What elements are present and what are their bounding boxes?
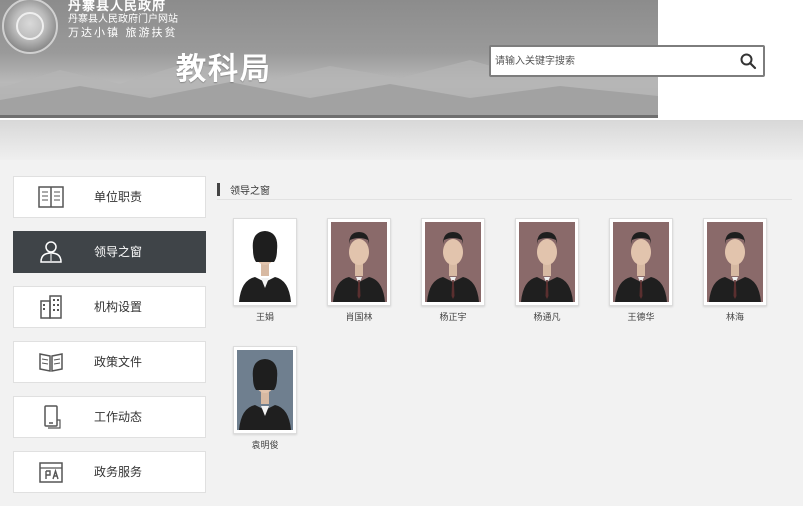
leader-photo[interactable]: [609, 218, 673, 306]
leader-card[interactable]: 王德华: [609, 218, 673, 328]
sidebar-item-label: 机构设置: [94, 300, 143, 314]
search-icon[interactable]: [739, 52, 757, 70]
leader-photo[interactable]: [421, 218, 485, 306]
leader-photo[interactable]: [233, 346, 297, 434]
sidebar-item-policy[interactable]: 政策文件: [13, 341, 206, 383]
site-name-line1: 丹寨县人民政府: [68, 0, 167, 14]
leader-name[interactable]: 杨正宇: [421, 310, 485, 323]
leader-card[interactable]: 肖国林: [327, 218, 391, 328]
leader-name[interactable]: 王德华: [609, 310, 673, 323]
sidebar-item-organization[interactable]: 机构设置: [13, 286, 206, 328]
site-name[interactable]: 丹寨县人民政府 丹寨县人民政府门户网站 万达小镇 旅游扶贫: [68, 0, 178, 39]
leader-photo[interactable]: [327, 218, 391, 306]
site-header: 丹寨县人民政府 丹寨县人民政府门户网站 万达小镇 旅游扶贫 教科局: [0, 0, 803, 120]
national-emblem-icon[interactable]: [2, 0, 58, 54]
sidebar-nav: 单位职责 领导之窗 机构设置 政策文件 工作动态 政务服务: [13, 176, 206, 506]
leader-photo[interactable]: [703, 218, 767, 306]
sidebar-item-label: 政策文件: [94, 355, 143, 369]
sidebar-item-label: 工作动态: [94, 410, 143, 424]
section-title: 领导之窗: [230, 186, 270, 197]
section-header: 领导之窗: [217, 180, 792, 200]
page-title: 教科局: [176, 52, 272, 87]
decorative-banner: [0, 120, 803, 160]
leader-icon: [38, 240, 64, 264]
sidebar-item-label: 政务服务: [94, 465, 143, 479]
leader-photo[interactable]: [515, 218, 579, 306]
section-marker: [217, 183, 220, 196]
sidebar-item-news[interactable]: 工作动态: [13, 396, 206, 438]
header-divider: [0, 115, 658, 118]
phone-icon: [38, 405, 64, 429]
leader-card[interactable]: 王娟: [233, 218, 297, 328]
leader-card[interactable]: 林海: [703, 218, 767, 328]
leader-photo[interactable]: [233, 218, 297, 306]
duties-icon: [38, 185, 64, 209]
sidebar-item-label: 单位职责: [94, 190, 143, 204]
service-icon: [38, 460, 64, 484]
leader-card[interactable]: 袁明俊: [233, 346, 297, 456]
search-input[interactable]: [495, 50, 731, 72]
sidebar-item-services[interactable]: 政务服务: [13, 451, 206, 493]
leader-name[interactable]: 杨通凡: [515, 310, 579, 323]
sidebar-item-leaders[interactable]: 领导之窗: [13, 231, 206, 273]
search-box: [489, 45, 765, 77]
main-content: 领导之窗 王娟 肖国林 杨正宇 杨通凡 王德华 林海袁明俊: [217, 176, 792, 480]
leader-name[interactable]: 林海: [703, 310, 767, 323]
sidebar-item-label: 领导之窗: [94, 245, 143, 259]
leader-card[interactable]: 杨通凡: [515, 218, 579, 328]
sidebar-item-duties[interactable]: 单位职责: [13, 176, 206, 218]
site-name-line3: 万达小镇 旅游扶贫: [68, 26, 178, 39]
book-icon: [38, 350, 64, 374]
building-icon: [38, 295, 64, 319]
leader-name[interactable]: 肖国林: [327, 310, 391, 323]
leader-name[interactable]: 袁明俊: [233, 438, 297, 451]
site-name-line2: 丹寨县人民政府门户网站: [68, 14, 178, 25]
leader-name[interactable]: 王娟: [233, 310, 297, 323]
leader-card[interactable]: 杨正宇: [421, 218, 485, 328]
